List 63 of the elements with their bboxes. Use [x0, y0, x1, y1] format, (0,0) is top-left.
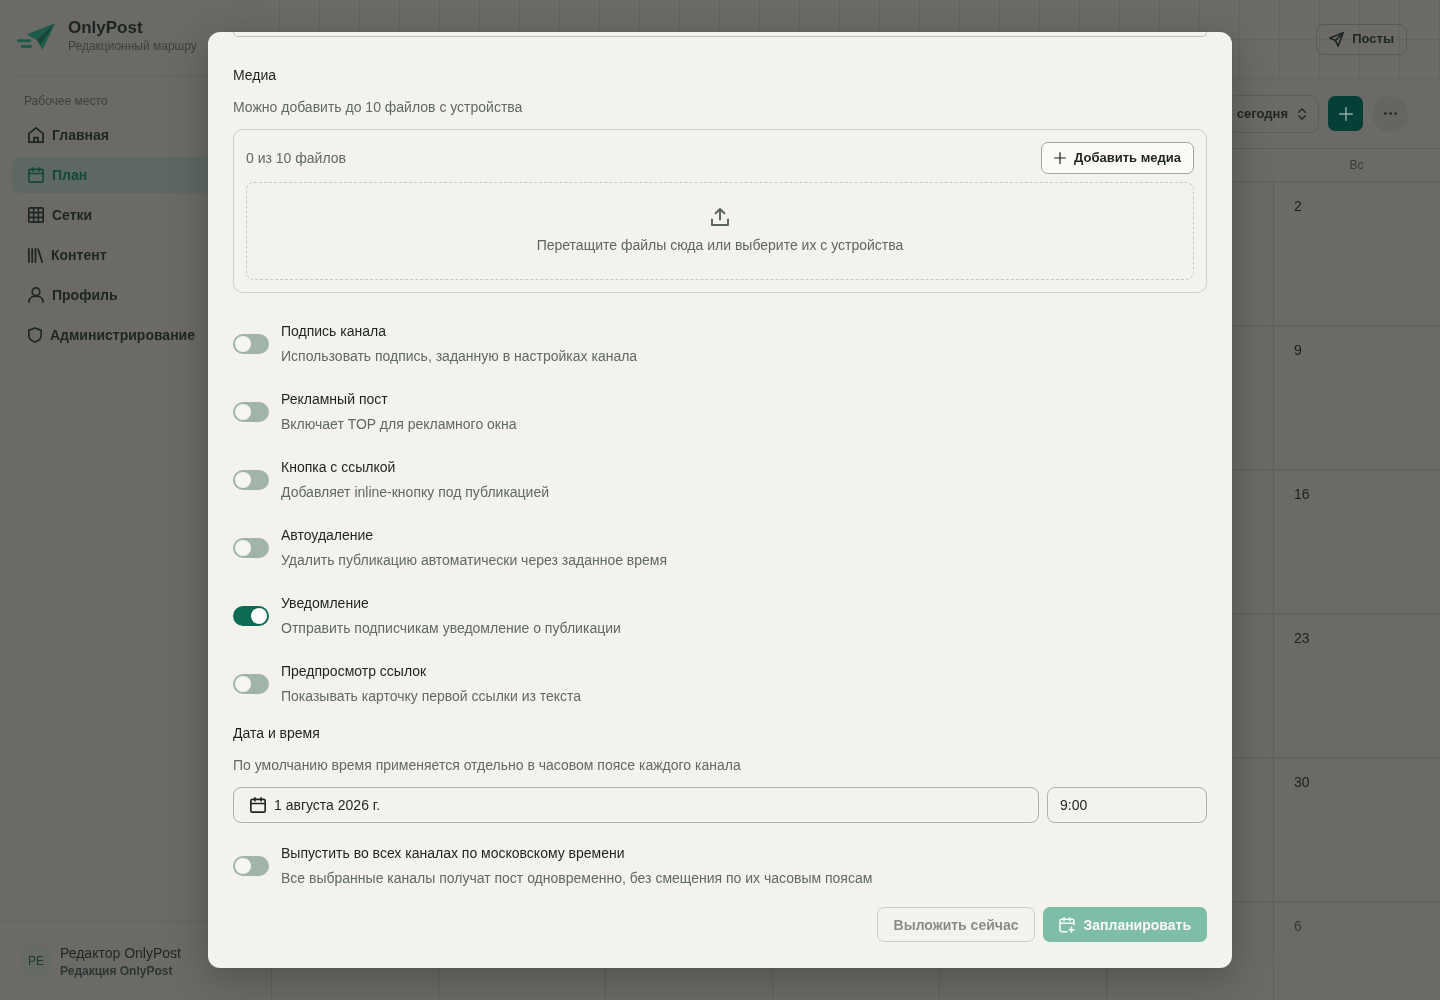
calendar-plus-icon: [1059, 916, 1076, 933]
avatar: РЕ: [20, 945, 52, 977]
option-description: Добавляет inline-кнопку под публикацией: [281, 483, 550, 502]
plus-icon: [1338, 106, 1353, 121]
ellipsis-icon: [1383, 112, 1397, 115]
option-title: Выпустить во всех каналах по московскому времени: [281, 844, 626, 863]
option-description: Все выбранные каналы получат пост одновременно, без смещения по их часовым поясам: [281, 869, 873, 888]
day-number: 9: [1294, 342, 1302, 358]
team-name: Редакция OnlyPost: [60, 962, 174, 979]
toggle-switch[interactable]: [233, 537, 269, 558]
add-media-button[interactable]: Добавить медиа: [1041, 142, 1194, 174]
day-number: 23: [1294, 630, 1310, 646]
shield-icon: [28, 327, 42, 343]
drop-zone-text: Перетащите файлы сюда или выберите их с устройства: [536, 235, 904, 255]
plus-icon: [1054, 152, 1067, 164]
nav-item[interactable]: Сетки: [12, 197, 236, 233]
section-hint: По умолчанию время применяется отдельно в часовом поясе каждого канала: [233, 756, 742, 775]
paper-plane-logo-icon: [17, 21, 55, 51]
option-description: Отправить подписчикам уведомление о публикации: [281, 619, 621, 638]
calendar-icon: [250, 797, 266, 813]
upload-icon: [711, 207, 729, 226]
section-title: Дата и время: [233, 724, 321, 743]
up-down-chevron-icon: [1298, 107, 1306, 120]
books-icon: [28, 247, 43, 263]
option-description: Показывать карточку первой ссылки из текста: [281, 687, 582, 706]
toggle-switch[interactable]: [233, 469, 269, 490]
option-title: Автоудаление: [281, 526, 375, 545]
day-number: 2: [1294, 198, 1302, 214]
posts-button[interactable]: Посты: [1316, 23, 1407, 55]
toggle-switch[interactable]: [233, 605, 269, 626]
option-title: Предпросмотр ссылок: [281, 662, 428, 681]
nav-item[interactable]: Контент: [12, 237, 236, 273]
option-description: Удалить публикацию автоматически через заданное время: [281, 551, 668, 570]
nav-item[interactable]: Профиль: [12, 277, 236, 313]
option-title: Подпись канала: [281, 322, 387, 341]
nav-item[interactable]: Главная: [12, 117, 236, 153]
toggle-switch[interactable]: [233, 333, 269, 354]
create-button[interactable]: [1328, 96, 1363, 131]
grid-icon: [28, 207, 44, 223]
more-button[interactable]: [1372, 95, 1408, 132]
option-title: Рекламный пост: [281, 390, 389, 409]
file-count: 0 из 10 файлов: [246, 149, 346, 168]
option-title: Кнопка с ссылкой: [281, 458, 397, 477]
brand-name: OnlyPost: [68, 18, 144, 38]
calendar-icon: [28, 167, 44, 183]
day-number: 16: [1294, 486, 1310, 502]
toggle-switch[interactable]: [233, 673, 269, 694]
option-description: Включает TOP для рекламного окна: [281, 415, 517, 434]
nav-item[interactable]: Администрирование: [12, 317, 236, 353]
paper-plane-icon: [1329, 31, 1345, 47]
user-icon: [28, 287, 44, 303]
toggle-switch[interactable]: [233, 855, 269, 876]
option-title: Уведомление: [281, 594, 370, 613]
toggle-switch[interactable]: [233, 401, 269, 422]
date-field[interactable]: 1 августа 2026 г.: [233, 787, 1039, 823]
section-hint: Можно добавить до 10 файлов с устройства: [233, 98, 524, 117]
user-name: Редактор OnlyPost: [60, 943, 181, 963]
drop-zone[interactable]: Перетащите файлы сюда или выберите их с устройства: [246, 182, 1194, 280]
section-title: Медиа: [233, 66, 278, 85]
home-icon: [28, 127, 44, 143]
time-field[interactable]: 9:00: [1047, 787, 1207, 823]
day-number: 30: [1294, 774, 1310, 790]
option-description: Использовать подпись, заданную в настройках канала: [281, 347, 638, 366]
